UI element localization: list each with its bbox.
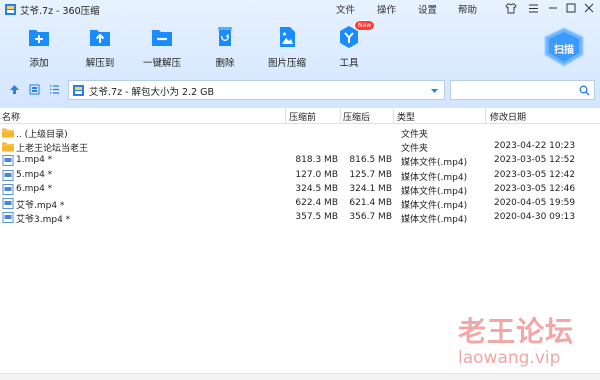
menu-file[interactable]: 文件 — [336, 2, 355, 16]
status-bar — [0, 373, 600, 380]
video-file-icon — [2, 212, 14, 224]
row-size: 818.3 MB — [295, 155, 338, 166]
row-name: 艾爷.mp4 * — [16, 200, 65, 211]
one-click-extract-icon — [152, 30, 172, 46]
row-type: 媒体文件(.mp4) — [401, 200, 468, 211]
row-type: 媒体文件(.mp4) — [401, 158, 468, 169]
menu-settings[interactable]: 设置 — [418, 2, 437, 16]
delete-button[interactable]: 删除 — [200, 24, 250, 70]
title-bar: 艾爷.7z - 360压缩 文件 操作 设置 帮助 — [0, 0, 600, 18]
menu-icon[interactable] — [526, 1, 540, 15]
one-click-extract-label: 一键解压 — [142, 58, 181, 69]
watermark-title: 老王论坛 — [458, 315, 575, 348]
row-size: 357.5 MB — [295, 212, 338, 223]
row-date: 2020-04-30 09:13 — [494, 212, 576, 223]
video-file-icon — [2, 155, 14, 167]
extract-to-label: 解压到 — [85, 58, 115, 69]
thumbnail-view-icon[interactable] — [29, 84, 40, 95]
window-title: 艾爷.7z - 360压缩 — [20, 6, 100, 17]
row-date: 2023-04-22 10:23 — [494, 141, 576, 152]
row-name: 6.mp4 * — [16, 183, 53, 194]
row-date: 2023-03-05 12:46 — [494, 183, 576, 194]
watermark-url: laowang.vip — [458, 348, 561, 368]
add-folder-icon — [29, 30, 49, 46]
table-row[interactable]: 艾爷3.mp4 * 357.5 MB 356.7 MB 媒体文件(.mp4) 2… — [0, 211, 600, 225]
video-file-icon — [2, 169, 14, 181]
add-button[interactable]: 添加 — [14, 24, 64, 70]
row-size: 324.5 MB — [295, 183, 338, 194]
row-date: 2023-03-05 12:42 — [494, 169, 576, 180]
row-size: 127.0 MB — [295, 169, 338, 180]
row-type: 媒体文件(.mp4) — [401, 172, 468, 183]
col-compressed[interactable]: 压缩后 — [343, 110, 370, 123]
row-compressed: 324.1 MB — [349, 183, 392, 194]
table-row[interactable]: 1.mp4 * 818.3 MB 816.5 MB 媒体文件(.mp4) 202… — [0, 154, 600, 168]
row-date: 2023-03-05 12:52 — [494, 155, 576, 166]
extract-to-icon — [90, 30, 110, 46]
table-row[interactable]: .. (上级目录) 文件夹 — [0, 126, 600, 140]
row-name: 上老王论坛当老王 — [16, 144, 89, 155]
extract-to-button[interactable]: 解压到 — [75, 24, 125, 70]
close-icon[interactable] — [582, 1, 596, 15]
menu-operate[interactable]: 操作 — [377, 2, 396, 16]
row-type: 文件夹 — [401, 130, 429, 140]
folder-icon — [2, 142, 14, 152]
row-name: 5.mp4 * — [16, 169, 53, 180]
menu-help[interactable]: 帮助 — [458, 2, 477, 16]
row-name: 1.mp4 * — [16, 155, 53, 166]
row-size: 622.4 MB — [295, 197, 338, 208]
scan-button[interactable]: 扫描 — [541, 27, 587, 67]
minimize-icon[interactable] — [546, 1, 560, 15]
table-header: 名称 压缩前 压缩后 类型 修改日期 — [0, 108, 600, 124]
file-list: .. (上级目录) 文件夹 上老王论坛当老王 文件夹 2023-04-22 10… — [0, 126, 600, 225]
address-text: 艾爷.7z - 解包大小为 2.2 GB — [89, 87, 215, 98]
row-compressed: 621.4 MB — [349, 197, 392, 208]
address-bar[interactable]: 艾爷.7z - 解包大小为 2.2 GB — [68, 80, 445, 100]
row-type: 媒体文件(.mp4) — [401, 186, 468, 197]
col-size[interactable]: 压缩前 — [289, 110, 316, 123]
dropdown-arrow-icon[interactable] — [430, 86, 439, 95]
row-compressed: 356.7 MB — [349, 212, 392, 223]
image-compress-button[interactable]: 图片压缩 — [262, 24, 312, 70]
row-type: 文件夹 — [401, 144, 429, 155]
row-name: 艾爷3.mp4 * — [16, 215, 71, 226]
row-compressed: 816.5 MB — [349, 155, 392, 166]
image-compress-label: 图片压缩 — [267, 58, 306, 69]
search-input[interactable] — [450, 80, 595, 100]
table-row[interactable]: 上老王论坛当老王 文件夹 2023-04-22 10:23 — [0, 140, 600, 154]
image-compress-icon — [280, 27, 295, 47]
delete-icon — [218, 27, 232, 46]
col-type[interactable]: 类型 — [397, 110, 415, 123]
folder-icon — [2, 128, 14, 138]
tools-button[interactable]: New 工具 — [324, 20, 376, 70]
tools-label: 工具 — [339, 58, 359, 69]
table-row[interactable]: 艾爷.mp4 * 622.4 MB 621.4 MB 媒体文件(.mp4) 20… — [0, 197, 600, 211]
scan-label: 扫描 — [554, 45, 574, 56]
up-arrow-icon[interactable] — [9, 84, 20, 95]
col-date[interactable]: 修改日期 — [490, 110, 526, 123]
row-name: .. (上级目录) — [16, 130, 68, 140]
video-file-icon — [2, 197, 14, 209]
app-logo-icon — [5, 4, 16, 15]
archive-icon — [73, 85, 84, 96]
new-badge: New — [354, 20, 376, 31]
one-click-extract-button[interactable]: 一键解压 — [137, 24, 187, 70]
col-name[interactable]: 名称 — [2, 110, 20, 123]
row-type: 媒体文件(.mp4) — [401, 215, 468, 226]
maximize-icon[interactable] — [564, 1, 578, 15]
list-view-icon[interactable] — [49, 84, 60, 95]
add-label: 添加 — [29, 58, 49, 69]
row-compressed: 125.7 MB — [349, 169, 392, 180]
table-row[interactable]: 6.mp4 * 324.5 MB 324.1 MB 媒体文件(.mp4) 202… — [0, 183, 600, 197]
row-date: 2020-04-05 19:59 — [494, 197, 576, 208]
search-icon[interactable] — [579, 85, 590, 96]
delete-label: 删除 — [215, 58, 235, 69]
shirt-icon[interactable] — [504, 1, 518, 15]
video-file-icon — [2, 183, 14, 195]
table-row[interactable]: 5.mp4 * 127.0 MB 125.7 MB 媒体文件(.mp4) 202… — [0, 169, 600, 183]
top-panel: 艾爷.7z - 360压缩 文件 操作 设置 帮助 添加 解压到 一键解压 删除… — [0, 0, 600, 108]
